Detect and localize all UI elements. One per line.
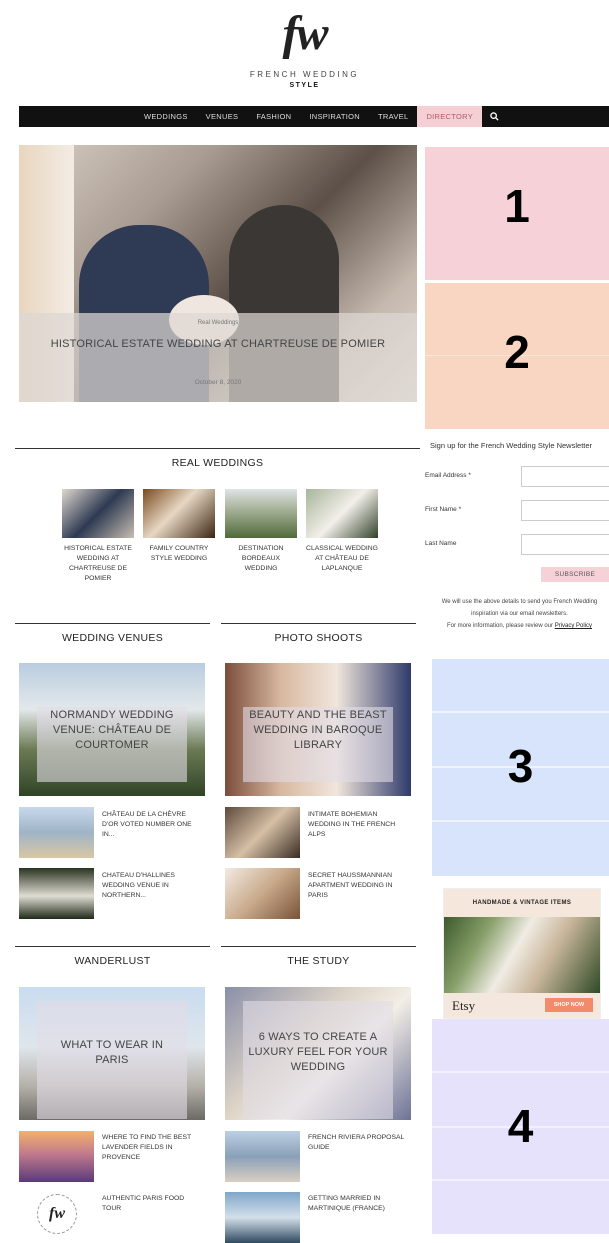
wanderlust-list-thumb-1[interactable] (19, 1131, 94, 1182)
newsletter-note-3: For more information, please review our … (430, 620, 609, 632)
search-icon[interactable] (490, 112, 499, 121)
ad-divider (432, 820, 609, 822)
real-wedding-caption-3[interactable]: DESTINATION BORDEAUX WEDDING (225, 544, 297, 574)
nav-item-travel[interactable]: TRAVEL (369, 106, 417, 127)
first-name-label: First Name * (425, 506, 462, 513)
shoots-list-thumb-1[interactable] (225, 807, 300, 858)
subscribe-button[interactable]: SUBSCRIBE (541, 567, 609, 582)
real-wedding-thumb-2[interactable] (143, 489, 215, 538)
ad-slot-2[interactable]: 2 (425, 283, 609, 429)
nav-item-venues[interactable]: VENUES (197, 106, 248, 127)
real-wedding-thumb-4[interactable] (306, 489, 378, 538)
etsy-header: HANDMADE & VINTAGE ITEMS (444, 889, 600, 917)
section-rule (221, 623, 416, 624)
shoots-list-thumb-2[interactable] (225, 868, 300, 919)
section-rule (221, 946, 416, 947)
site-logo[interactable]: fw (0, 8, 609, 60)
section-rule (15, 448, 420, 449)
last-name-field[interactable] (521, 534, 609, 555)
newsletter-note-1: We will use the above details to send yo… (441, 599, 598, 605)
venues-list-title-1[interactable]: CHÂTEAU DE LA CHÈVRE D'OR VOTED NUMBER O… (102, 810, 202, 840)
ad-slot-1[interactable]: 1 (425, 147, 609, 280)
nav-item-directory[interactable]: DIRECTORY (417, 106, 483, 127)
real-wedding-thumb-3[interactable] (225, 489, 297, 538)
hero-title[interactable]: HISTORICAL ESTATE WEDDING AT CHARTREUSE … (49, 335, 387, 354)
main-nav: WEDDINGS VENUES FASHION INSPIRATION TRAV… (19, 106, 609, 127)
ad-divider (432, 1179, 609, 1181)
nav-item-weddings[interactable]: WEDDINGS (135, 106, 197, 127)
ad-divider (432, 1071, 609, 1073)
hero-overlay (19, 313, 417, 402)
real-weddings-title[interactable]: REAL WEDDINGS (15, 457, 420, 469)
ad-divider (432, 711, 609, 713)
etsy-logo: Etsy (452, 998, 476, 1013)
ad-slot-4[interactable]: 4 (432, 1019, 609, 1234)
section-rule (15, 623, 210, 624)
email-label: Email Address * (425, 472, 471, 479)
shop-now-button[interactable]: SHOP NOW (545, 998, 593, 1012)
wanderlust-feature-title[interactable]: WHAT TO WEAR IN PARIS (49, 1038, 175, 1068)
venues-list-title-2[interactable]: CHATEAU D'HALLINES WEDDING VENUE IN NORT… (102, 871, 202, 901)
study-list-thumb-2[interactable] (225, 1192, 300, 1243)
real-wedding-caption-2[interactable]: FAMILY COUNTRY STYLE WEDDING (143, 544, 215, 564)
nav-items: WEDDINGS VENUES FASHION INSPIRATION TRAV… (135, 106, 483, 127)
wanderlust-list-title-1[interactable]: WHERE TO FIND THE BEST LAVENDER FIELDS I… (102, 1133, 202, 1163)
real-wedding-caption-4[interactable]: CLASSICAL WEDDING AT CHÂTEAU DE LAPLANQU… (306, 544, 378, 574)
the-study-title[interactable]: THE STUDY (221, 955, 416, 967)
privacy-policy-link[interactable]: Privacy Policy (555, 623, 592, 629)
wanderlust-title[interactable]: WANDERLUST (15, 955, 210, 967)
email-field[interactable] (521, 466, 609, 487)
logo-name: FRENCH WEDDING (249, 70, 360, 79)
study-list-title-1[interactable]: FRENCH RIVIERA PROPOSAL GUIDE (308, 1133, 408, 1153)
study-feature-title[interactable]: 6 WAYS TO CREATE A LUXURY FEEL FOR YOUR … (239, 1030, 397, 1075)
study-feature[interactable]: 6 WAYS TO CREATE A LUXURY FEEL FOR YOUR … (225, 987, 411, 1120)
logo-sub: STYLE (289, 82, 320, 89)
newsletter-note-text: For more information, please review our (446, 623, 554, 629)
hero-category[interactable]: Real Weddings (19, 320, 417, 326)
shoots-feature[interactable]: BEAUTY AND THE BEAST WEDDING IN BAROQUE … (225, 663, 411, 796)
nav-item-fashion[interactable]: FASHION (247, 106, 300, 127)
venues-list-thumb-2[interactable] (19, 868, 94, 919)
venues-feature[interactable]: NORMANDY WEDDING VENUE: CHÂTEAU DE COURT… (19, 663, 205, 796)
ad-number: 3 (507, 740, 534, 792)
first-name-field[interactable] (521, 500, 609, 521)
ad-number: 4 (507, 1100, 534, 1152)
wanderlust-list-thumb-2[interactable]: fw (19, 1192, 94, 1243)
etsy-ad[interactable]: HANDMADE & VINTAGE ITEMS Etsy SHOP NOW (443, 888, 601, 1019)
etsy-image (444, 917, 600, 993)
real-wedding-caption-1[interactable]: HISTORICAL ESTATE WEDDING AT CHARTREUSE … (62, 544, 134, 584)
hero-date: October 8, 2020 (194, 379, 242, 386)
study-list-title-2[interactable]: GETTING MARRIED IN MARTINIQUE (FRANCE) (308, 1194, 408, 1214)
wanderlust-list-title-2[interactable]: AUTHENTIC PARIS FOOD TOUR (102, 1194, 202, 1214)
hero-feature[interactable]: Real Weddings HISTORICAL ESTATE WEDDING … (19, 145, 417, 402)
etsy-footer: Etsy SHOP NOW (444, 993, 600, 1018)
ad-number: 2 (504, 326, 530, 378)
photo-shoots-title[interactable]: PHOTO SHOOTS (221, 632, 416, 644)
section-rule (15, 946, 210, 947)
study-list-thumb-1[interactable] (225, 1131, 300, 1182)
shoots-list-title-2[interactable]: SECRET HAUSSMANNIAN APARTMENT WEDDING IN… (308, 871, 408, 901)
logo-badge-icon: fw (37, 1194, 77, 1234)
shoots-feature-title[interactable]: BEAUTY AND THE BEAST WEDDING IN BAROQUE … (239, 708, 397, 753)
newsletter-note-2: inspiration via our email newsletters. (471, 611, 568, 617)
ad-slot-3[interactable]: 3 (432, 659, 609, 876)
last-name-label: Last Name (425, 540, 457, 547)
real-wedding-thumb-1[interactable] (62, 489, 134, 538)
ad-number: 1 (504, 180, 530, 232)
wanderlust-feature[interactable]: WHAT TO WEAR IN PARIS (19, 987, 205, 1120)
shoots-list-title-1[interactable]: INTIMATE BOHEMIAN WEDDING IN THE FRENCH … (308, 810, 408, 840)
nav-item-inspiration[interactable]: INSPIRATION (300, 106, 369, 127)
newsletter-title: Sign up for the French Wedding Style New… (430, 441, 593, 450)
wedding-venues-title[interactable]: WEDDING VENUES (15, 632, 210, 644)
venues-feature-title[interactable]: NORMANDY WEDDING VENUE: CHÂTEAU DE COURT… (29, 708, 195, 753)
venues-list-thumb-1[interactable] (19, 807, 94, 858)
